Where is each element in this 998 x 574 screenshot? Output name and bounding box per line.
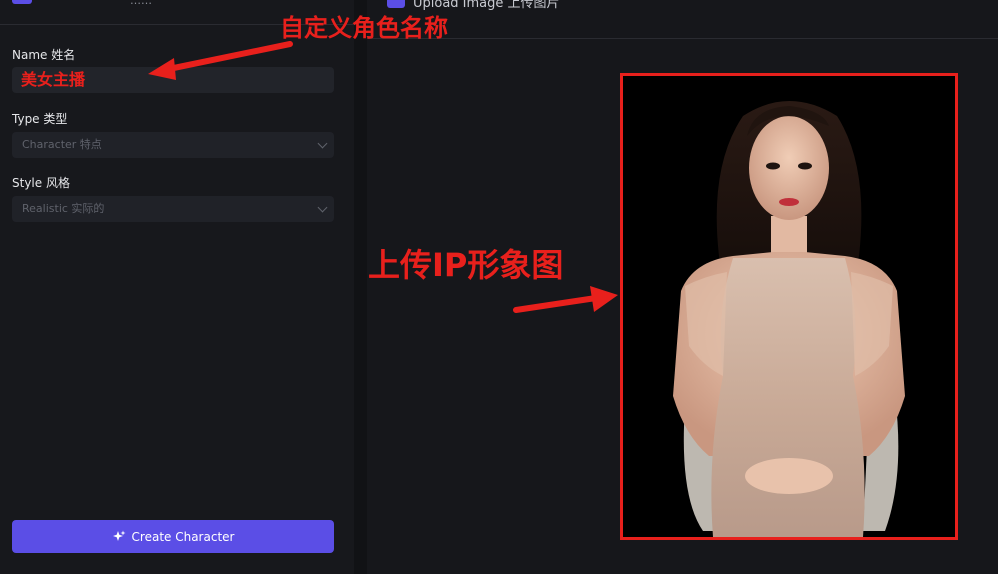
app-logo-icon xyxy=(12,0,32,4)
style-select-value: Realistic 实际的 xyxy=(22,202,105,215)
chevron-down-icon xyxy=(317,202,328,213)
portrait-image xyxy=(623,76,955,537)
uploaded-image-preview[interactable] xyxy=(620,73,958,540)
left-header-title: …… xyxy=(130,0,152,7)
create-character-label: Create Character xyxy=(131,529,235,544)
style-label: Style 风格 xyxy=(12,176,70,190)
type-label: Type 类型 xyxy=(12,112,68,126)
type-select-value: Character 特点 xyxy=(22,138,102,151)
type-select[interactable]: Character 特点 xyxy=(12,132,334,158)
name-label: Name 姓名 xyxy=(12,48,76,62)
chevron-down-icon xyxy=(317,138,328,149)
right-header: Upload Image 上传图片 xyxy=(367,0,998,39)
left-panel: …… Name 姓名 美女主播 Type 类型 Character 特点 Sty… xyxy=(0,0,354,574)
annotation-upload-callout: 上传IP形象图 xyxy=(368,246,564,284)
create-character-button[interactable]: Create Character xyxy=(12,520,334,553)
annotation-name-callout: 自定义角色名称 xyxy=(280,14,448,42)
panel-divider xyxy=(354,0,367,574)
sparkle-icon xyxy=(112,530,126,541)
arrow-to-name-icon xyxy=(148,41,293,80)
arrow-to-image-icon xyxy=(513,286,618,313)
style-select[interactable]: Realistic 实际的 xyxy=(12,196,334,222)
image-icon xyxy=(387,0,405,8)
